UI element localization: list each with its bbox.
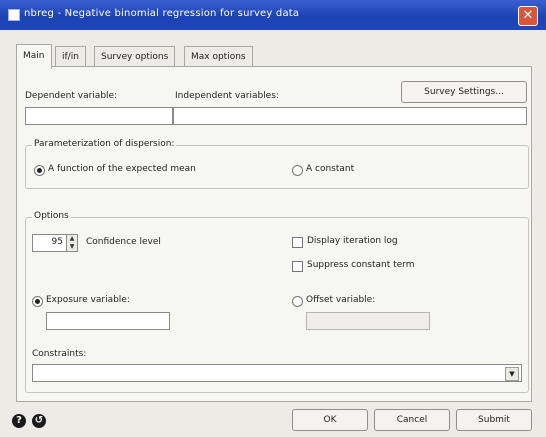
window-icon (8, 9, 20, 21)
confidence-level-label: Confidence level (86, 237, 161, 247)
spin-down-icon: ▼ (69, 243, 75, 250)
tab-main[interactable]: Main (16, 44, 52, 69)
options-group: Options 95 ▲ ▼ Confidence level Display … (25, 211, 529, 393)
offset-radio[interactable] (292, 296, 303, 307)
survey-settings-button[interactable]: Survey Settings... (401, 81, 527, 103)
constant-radio[interactable] (292, 165, 303, 176)
independent-variables-field[interactable] (173, 107, 527, 125)
constraints-label: Constraints: (32, 349, 87, 359)
close-button[interactable]: ✕ (518, 6, 538, 26)
tab-max-options[interactable]: Max options (184, 46, 253, 67)
confidence-level-value: 95 (51, 237, 63, 247)
suppress-constant-checkbox[interactable] (292, 261, 303, 272)
function-of-mean-radio[interactable] (34, 165, 45, 176)
spin-arrows[interactable]: ▲ ▼ (66, 235, 77, 251)
main-panel: Dependent variable: Independent variable… (16, 66, 532, 402)
options-title: Options (32, 211, 71, 221)
display-iteration-checkbox[interactable] (292, 237, 303, 248)
display-iteration-label: Display iteration log (307, 236, 398, 246)
function-of-mean-label: A function of the expected mean (48, 164, 196, 174)
dependent-variable-field[interactable] (25, 107, 173, 125)
submit-button[interactable]: Submit (456, 409, 532, 431)
independent-variables-label: Independent variables: (175, 91, 279, 101)
dropdown-arrow-icon[interactable]: ▼ (505, 367, 519, 381)
spin-up-icon: ▲ (69, 235, 75, 242)
offset-label: Offset variable: (306, 295, 376, 305)
cancel-button[interactable]: Cancel (374, 409, 450, 431)
offset-field[interactable] (306, 312, 430, 330)
reset-icon[interactable]: ↺ (32, 414, 46, 428)
constant-label: A constant (306, 164, 355, 174)
exposure-radio[interactable] (32, 296, 43, 307)
tab-survey-options[interactable]: Survey options (94, 46, 176, 67)
exposure-label: Exposure variable: (46, 295, 130, 305)
confidence-level-spinner[interactable]: 95 ▲ ▼ (32, 234, 78, 252)
exposure-field[interactable] (46, 312, 170, 330)
dialog-window: nbreg - Negative binomial regression for… (0, 0, 546, 437)
window-title: nbreg - Negative binomial regression for… (24, 8, 300, 19)
title-bar: nbreg - Negative binomial regression for… (0, 0, 546, 30)
parameterization-group: Parameterization of dispersion: A functi… (25, 139, 529, 189)
parameterization-title: Parameterization of dispersion: (32, 139, 177, 149)
ok-button[interactable]: OK (292, 409, 368, 431)
constraints-dropdown[interactable]: ▼ (32, 364, 522, 382)
dependent-variable-label: Dependent variable: (25, 91, 118, 101)
suppress-constant-label: Suppress constant term (307, 260, 415, 270)
close-icon: ✕ (522, 8, 534, 23)
help-icon[interactable]: ? (12, 414, 26, 428)
tab-if-in[interactable]: if/in (55, 46, 86, 67)
